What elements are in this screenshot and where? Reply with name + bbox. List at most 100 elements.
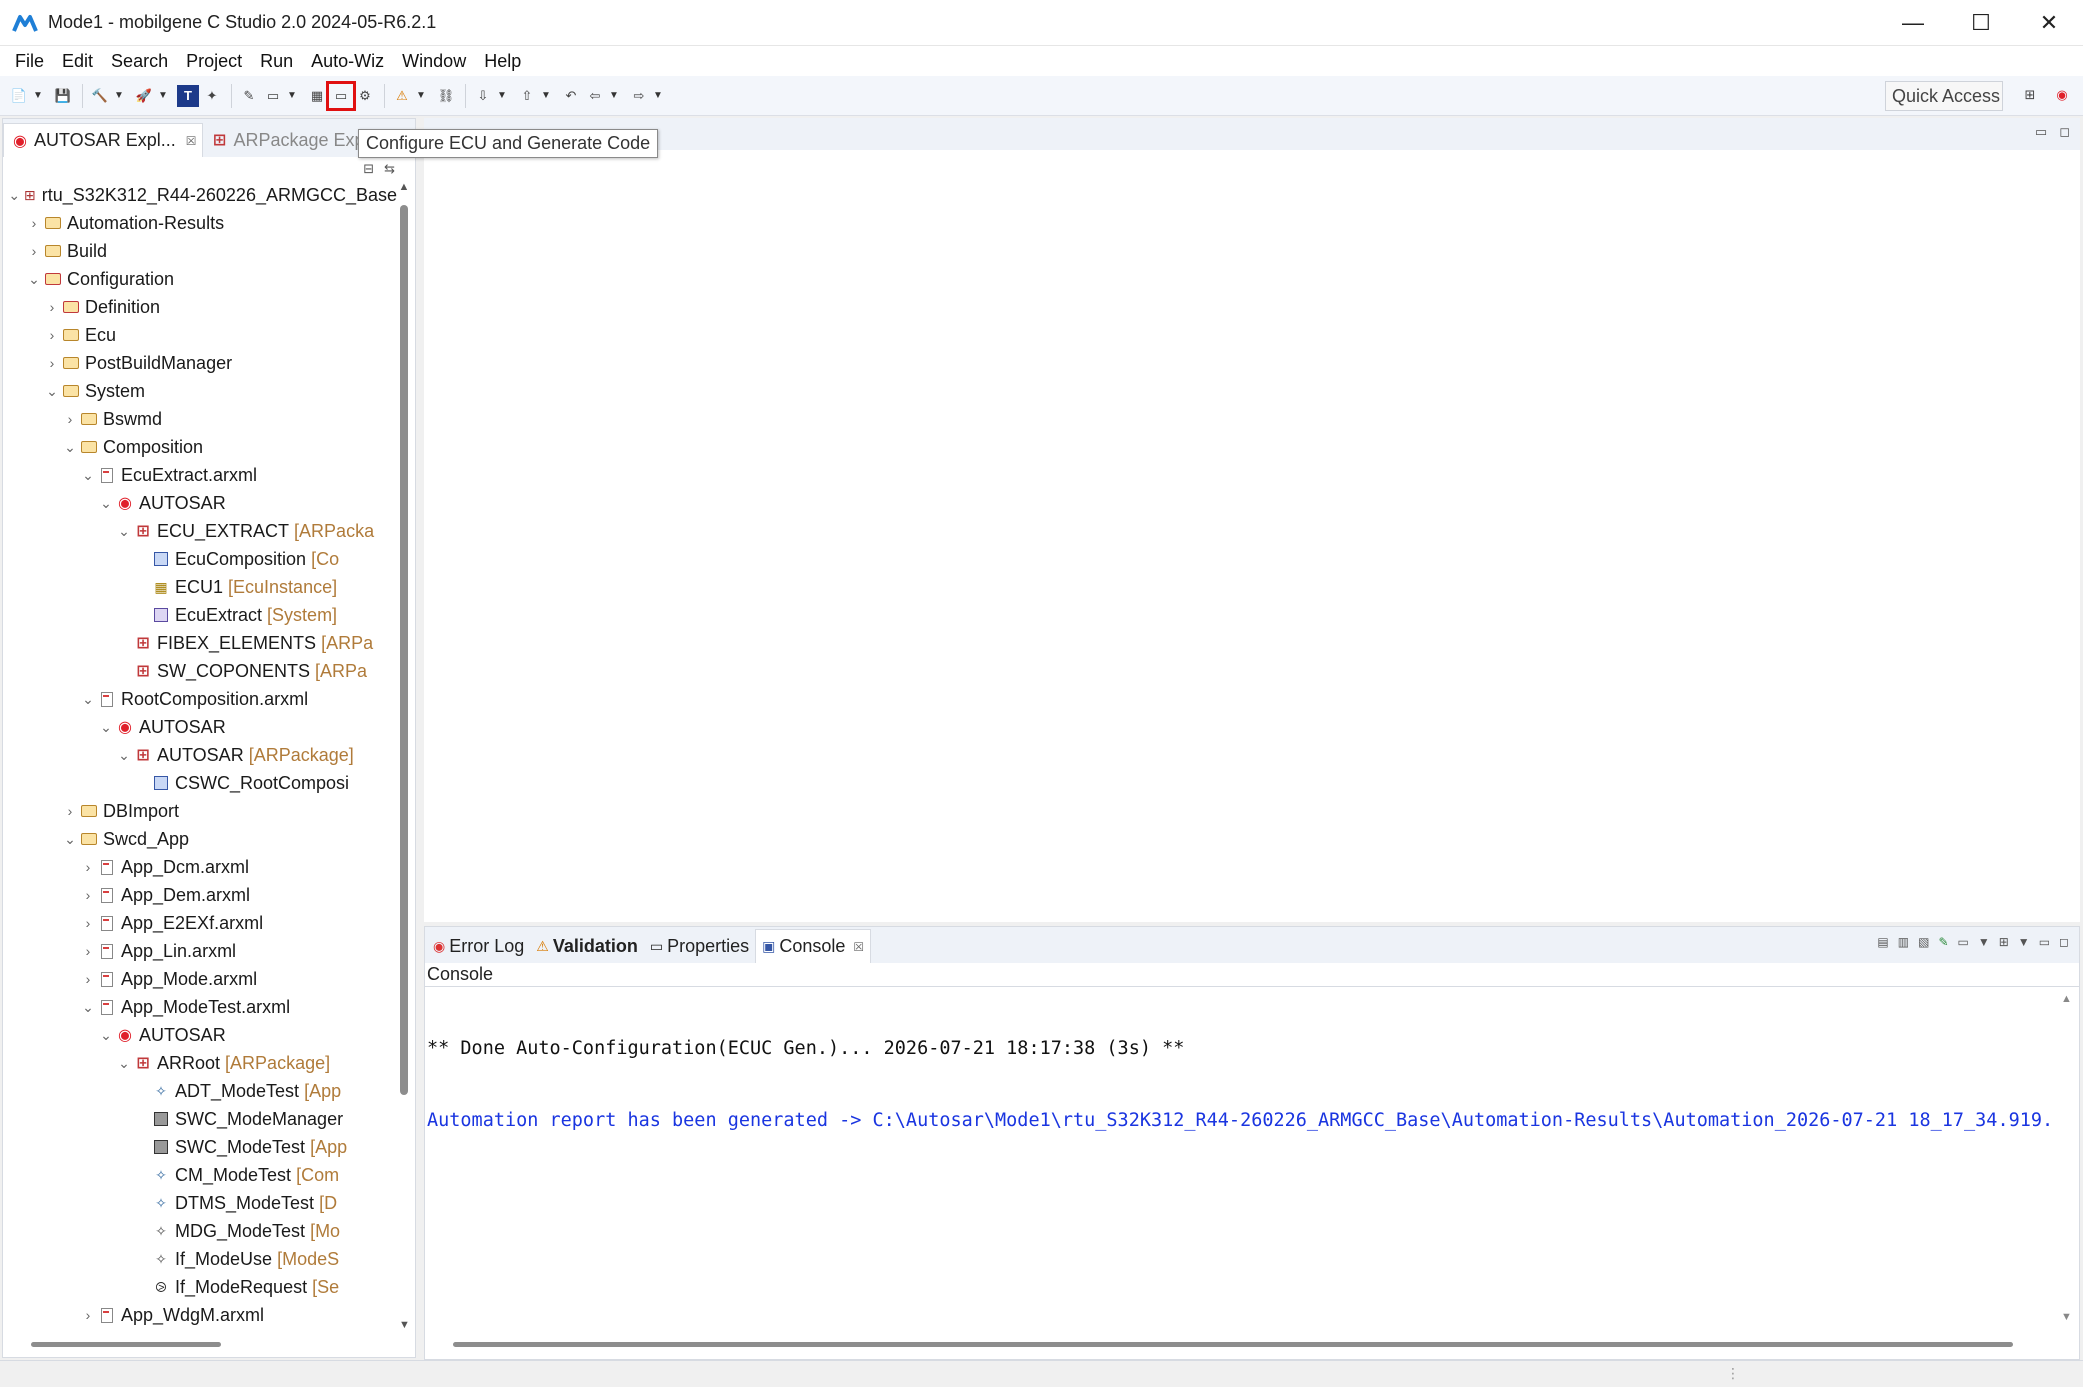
tree-item[interactable]: ✧ DTMS_ModeTest [D [3, 1189, 397, 1217]
autosar-perspective-icon[interactable]: ◉ [2051, 84, 2073, 106]
tree-item[interactable]: ✧ CM_ModeTest [Com [3, 1161, 397, 1189]
link-icon[interactable]: ⛓ [435, 85, 457, 107]
chart-dropdown-icon[interactable]: ▼ [286, 85, 298, 107]
tree-item[interactable]: ⌄ Swcd_App [3, 825, 397, 853]
tree-item[interactable]: ⧁ If_ModeRequest [Se [3, 1273, 397, 1301]
chevron-right-icon[interactable]: › [79, 1307, 97, 1323]
scroll-up-icon[interactable]: ▲ [2061, 993, 2073, 1005]
alert-dropdown-icon[interactable]: ▼ [415, 85, 427, 107]
tree-item[interactable]: › App_Dem.arxml [3, 881, 397, 909]
menu-run[interactable]: Run [251, 46, 302, 76]
close-button[interactable]: ✕ [2015, 0, 2083, 46]
chevron-right-icon[interactable]: › [43, 299, 61, 315]
pin-console-icon[interactable]: ✎ [1938, 935, 1948, 949]
menu-help[interactable]: Help [475, 46, 530, 76]
next-annotation-dropdown-icon[interactable]: ▼ [496, 85, 508, 107]
menu-edit[interactable]: Edit [53, 46, 102, 76]
tab-validation[interactable]: ⚠ Validation [530, 929, 644, 963]
collapse-all-icon[interactable]: ⊟ [363, 161, 374, 177]
tree-item[interactable]: › App_WdgM.arxml [3, 1301, 397, 1329]
chevron-down-icon[interactable]: ⌄ [61, 439, 79, 456]
new-dropdown-icon[interactable]: ▼ [32, 85, 44, 107]
chevron-right-icon[interactable]: › [25, 243, 43, 259]
tree-item[interactable]: › Definition [3, 293, 397, 321]
tab-properties[interactable]: ▭ Properties [644, 929, 755, 963]
save-icon[interactable]: 💾 [52, 85, 74, 107]
forward-dropdown-icon[interactable]: ▼ [652, 85, 664, 107]
maximize-button[interactable]: ☐ [1947, 0, 2015, 46]
tree-item[interactable]: › App_Lin.arxml [3, 937, 397, 965]
alert-icon[interactable]: ⚠ [391, 85, 413, 107]
tree-item[interactable]: ✧ ADT_ModeTest [App [3, 1077, 397, 1105]
tree-item[interactable]: ⌄ ◉ AUTOSAR [3, 713, 397, 741]
tree-item[interactable]: ⌄ EcuExtract.arxml [3, 461, 397, 489]
configure-ecu-generate-code-button[interactable]: ▭ [326, 80, 356, 111]
tree-item[interactable]: › App_Dcm.arxml [3, 853, 397, 881]
display-console-dropdown-icon[interactable]: ▼ [1978, 935, 1990, 949]
menu-search[interactable]: Search [102, 46, 177, 76]
scroll-down-icon[interactable]: ▼ [399, 1319, 410, 1331]
tree-item[interactable]: SWC_ModeManager [3, 1105, 397, 1133]
scrollbar-thumb[interactable] [400, 205, 408, 1095]
tree-item[interactable]: ⌄ System [3, 377, 397, 405]
tree-item[interactable]: ⌄ ⊞ ECU_EXTRACT [ARPacka [3, 517, 397, 545]
generate-icon[interactable]: ⚙ [354, 85, 376, 107]
tree-item[interactable]: ⌄ Composition [3, 433, 397, 461]
tree-item[interactable]: ⊞ FIBEX_ELEMENTS [ARPa [3, 629, 397, 657]
open-console-icon[interactable]: ⊞ [1999, 935, 2009, 949]
tree-horizontal-scrollbar[interactable] [31, 1342, 221, 1347]
display-console-icon[interactable]: ▭ [1958, 935, 1969, 949]
minimize-button[interactable]: — [1879, 0, 1947, 46]
tree-item[interactable]: CSWC_RootComposi [3, 769, 397, 797]
console-vertical-scrollbar[interactable]: ▲ ▼ [2061, 993, 2073, 1323]
run-icon[interactable]: 🚀 [133, 85, 155, 107]
tree-item[interactable]: › App_Mode.arxml [3, 965, 397, 993]
minimize-view-icon[interactable]: ▭ [2039, 935, 2050, 949]
sparkle-icon[interactable]: ✦ [201, 85, 223, 107]
tree-item[interactable]: ⌄ ◉ AUTOSAR [3, 489, 397, 517]
chevron-down-icon[interactable]: ⌄ [43, 383, 61, 400]
tree-item[interactable]: ⌄ ⊞ rtu_S32K312_R44-260226_ARMGCC_Base [3, 181, 397, 209]
chevron-down-icon[interactable]: ⌄ [7, 187, 22, 204]
tree-item[interactable]: ⌄ ⊞ ARRoot [ARPackage] [3, 1049, 397, 1077]
open-perspective-icon[interactable]: ⊞ [2019, 84, 2041, 106]
chevron-down-icon[interactable]: ⌄ [79, 999, 97, 1016]
tab-error-log[interactable]: ◉ Error Log [427, 929, 530, 963]
chevron-right-icon[interactable]: › [61, 411, 79, 427]
tree-item[interactable]: SWC_ModeTest [App [3, 1133, 397, 1161]
chevron-down-icon[interactable]: ⌄ [97, 495, 115, 512]
chevron-right-icon[interactable]: › [43, 327, 61, 343]
clear-console-icon[interactable]: ▤ [1877, 935, 1888, 949]
chevron-right-icon[interactable]: › [25, 215, 43, 231]
edit-icon[interactable]: ✎ [238, 85, 260, 107]
console-link-line[interactable]: Automation report has been generated -> … [427, 1109, 2050, 1133]
quick-access-field[interactable]: Quick Access [1885, 81, 2003, 111]
next-annotation-icon[interactable]: ⇩ [472, 85, 494, 107]
forward-icon[interactable]: ⇨ [628, 85, 650, 107]
chevron-down-icon[interactable]: ⌄ [97, 1027, 115, 1044]
tree-item[interactable]: ▦ ECU1 [EcuInstance] [3, 573, 397, 601]
build-dropdown-icon[interactable]: ▼ [113, 85, 125, 107]
prev-annotation-icon[interactable]: ⇧ [516, 85, 538, 107]
menu-window[interactable]: Window [393, 46, 475, 76]
tab-autosar-explorer[interactable]: ◉ AUTOSAR Expl... ☒ [3, 123, 204, 157]
chevron-right-icon[interactable]: › [79, 859, 97, 875]
minimize-view-icon[interactable]: ▭ [2035, 124, 2047, 140]
tree-item[interactable]: › DBImport [3, 797, 397, 825]
tree-item[interactable]: ⌄ RootComposition.arxml [3, 685, 397, 713]
scroll-up-icon[interactable]: ▲ [397, 181, 411, 193]
console-horizontal-scrollbar[interactable] [453, 1342, 2013, 1347]
close-tab-icon[interactable]: ☒ [853, 940, 864, 954]
tree-item[interactable]: ⊞ SW_COPONENTS [ARPa [3, 657, 397, 685]
scroll-down-icon[interactable]: ▼ [2061, 1311, 2072, 1323]
prev-annotation-dropdown-icon[interactable]: ▼ [540, 85, 552, 107]
tree-item[interactable]: EcuComposition [Co [3, 545, 397, 573]
menu-project[interactable]: Project [177, 46, 251, 76]
tree-item[interactable]: ⌄ Configuration [3, 265, 397, 293]
run-dropdown-icon[interactable]: ▼ [157, 85, 169, 107]
chevron-right-icon[interactable]: › [79, 915, 97, 931]
chevron-down-icon[interactable]: ⌄ [25, 271, 43, 288]
chevron-down-icon[interactable]: ⌄ [61, 831, 79, 848]
terminal-icon[interactable]: T [177, 84, 199, 107]
console-output[interactable]: ** Done Auto-Configuration(ECUC Gen.)...… [425, 987, 2050, 1327]
